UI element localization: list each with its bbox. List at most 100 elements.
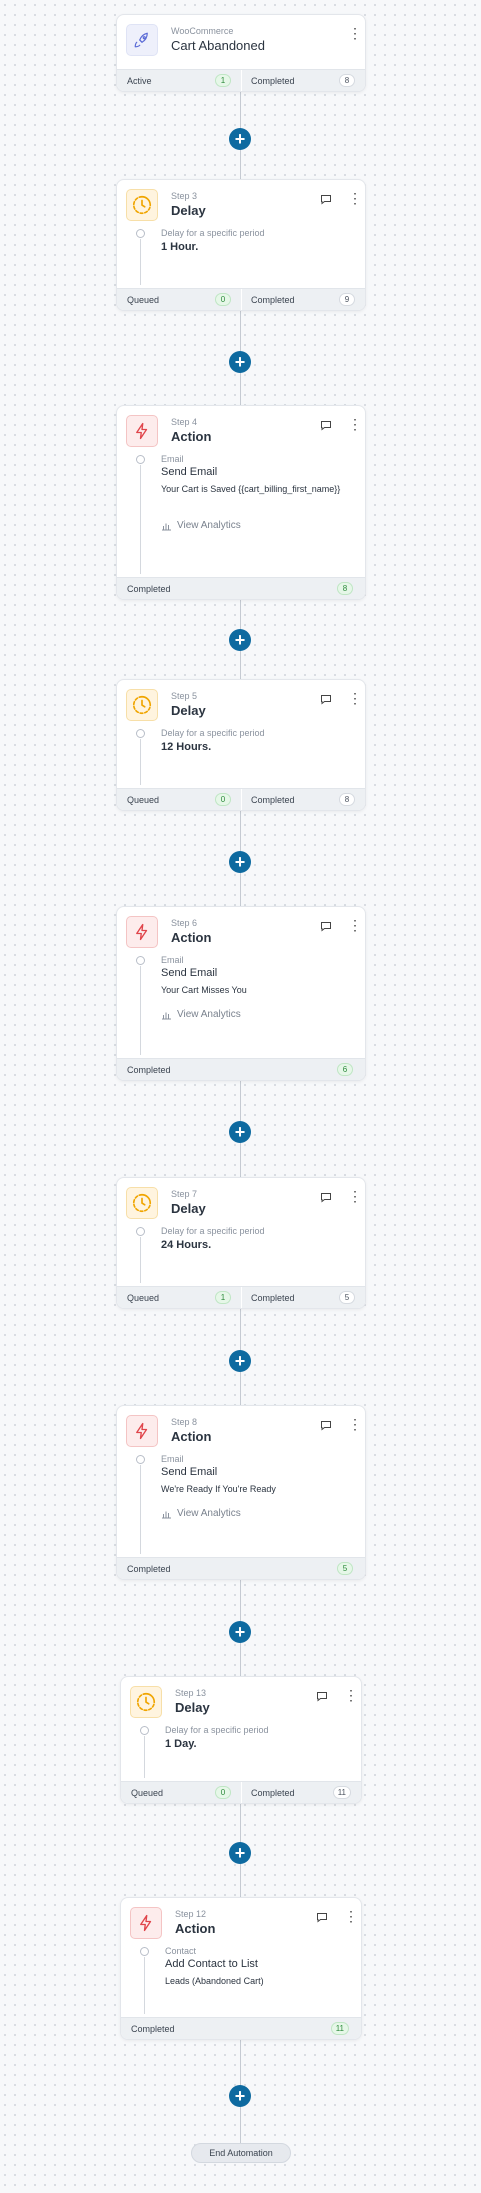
timeline-line [144, 1957, 145, 2014]
step-value: Send Email [161, 466, 218, 478]
delay-step-card[interactable]: Step 13 Delay ⋮ Delay for a specific period… [120, 1676, 362, 1804]
completed-count-badge[interactable]: 11 [330, 2022, 349, 2035]
lightning-icon [126, 916, 158, 948]
step-type-label: Delay for a specific period [161, 728, 265, 738]
completed-label: Completed [127, 1065, 171, 1075]
add-step-button[interactable]: + [229, 1842, 251, 1864]
queued-count-badge[interactable]: 0 [215, 1786, 231, 1799]
add-step-button[interactable]: + [229, 1121, 251, 1143]
completed-count-badge[interactable]: 8 [339, 74, 355, 87]
trigger-source-label: WooCommerce [171, 26, 234, 36]
step-number-label: Step 6 [171, 918, 198, 928]
comment-icon[interactable] [320, 192, 332, 210]
timeline-dot [136, 229, 145, 238]
step-title: Action [171, 930, 212, 945]
step-stats-bar: Queued 0 Completed 11 [121, 1781, 361, 1803]
completed-count-badge[interactable]: 5 [339, 1291, 355, 1304]
add-step-button[interactable]: + [229, 1350, 251, 1372]
add-step-button[interactable]: + [229, 1621, 251, 1643]
comment-icon[interactable] [320, 1190, 332, 1208]
step-value: Send Email [161, 967, 218, 979]
trigger-stats-bar: Active 1 Completed 8 [117, 69, 365, 91]
action-step-card[interactable]: Step 4 Action ⋮ Email Send Email Your Cart is… [116, 405, 366, 600]
step-stats-bar: Queued 0 Completed 9 [117, 288, 365, 310]
queued-label: Queued [131, 1788, 164, 1798]
timeline-line [144, 1736, 145, 1778]
add-step-button[interactable]: + [229, 851, 251, 873]
comment-icon[interactable] [316, 1689, 328, 1707]
delay-step-card[interactable]: Step 7 Delay ⋮ Delay for a specific period 2… [116, 1177, 366, 1309]
action-step-card[interactable]: Step 12 Action ⋮ Contact Add Contact to List… [120, 1897, 362, 2040]
more-options-icon[interactable]: ⋮ [348, 26, 362, 40]
view-analytics-label: View Analytics [177, 520, 241, 531]
step-number-label: Step 12 [175, 1909, 207, 1919]
completed-count-badge[interactable]: 6 [337, 1063, 353, 1076]
completed-label: Completed [251, 795, 295, 805]
comment-icon[interactable] [320, 692, 332, 710]
step-title: Delay [171, 1201, 206, 1216]
delay-step-card[interactable]: Step 3 Delay ⋮ Delay for a specific period 1… [116, 179, 366, 311]
completed-count-badge[interactable]: 8 [339, 793, 355, 806]
delay-step-card[interactable]: Step 5 Delay ⋮ Delay for a specific period 1… [116, 679, 366, 811]
add-step-button[interactable]: + [229, 128, 251, 150]
step-type-label: Delay for a specific period [165, 1725, 269, 1735]
timeline-dot [136, 455, 145, 464]
step-description: Your Cart is Saved {{cart_billing_first_… [161, 484, 341, 494]
view-analytics-link[interactable]: View Analytics [161, 520, 241, 531]
timeline-dot [136, 1455, 145, 1464]
add-step-button[interactable]: + [229, 351, 251, 373]
more-options-icon[interactable]: ⋮ [348, 1417, 362, 1431]
end-automation-button[interactable]: End Automation [191, 2143, 291, 2163]
comment-icon[interactable] [320, 418, 332, 436]
queued-label: Queued [127, 1293, 160, 1303]
queued-count-badge[interactable]: 1 [215, 1291, 231, 1304]
active-count-badge[interactable]: 1 [215, 74, 231, 87]
completed-count-badge[interactable]: 9 [339, 293, 355, 306]
view-analytics-link[interactable]: View Analytics [161, 1009, 241, 1020]
timeline-line [140, 239, 141, 285]
step-title: Action [171, 429, 212, 444]
queued-count-badge[interactable]: 0 [215, 293, 231, 306]
completed-label: Completed [131, 2024, 175, 2034]
comment-icon[interactable] [320, 1418, 332, 1436]
clock-icon [130, 1686, 162, 1718]
step-value: 1 Day. [165, 1738, 197, 1750]
more-options-icon[interactable]: ⋮ [348, 691, 362, 705]
action-step-card[interactable]: Step 8 Action ⋮ Email Send Email We're Ready … [116, 1405, 366, 1580]
completed-label: Completed [251, 76, 295, 86]
completed-count-badge[interactable]: 8 [337, 582, 353, 595]
completed-label: Completed [251, 1293, 295, 1303]
more-options-icon[interactable]: ⋮ [348, 1189, 362, 1203]
step-number-label: Step 4 [171, 417, 198, 427]
action-step-card[interactable]: Step 6 Action ⋮ Email Send Email Your Cart Mi… [116, 906, 366, 1081]
step-type-label: Email [161, 955, 184, 965]
timeline-dot [140, 1726, 149, 1735]
more-options-icon[interactable]: ⋮ [348, 191, 362, 205]
more-options-icon[interactable]: ⋮ [344, 1909, 358, 1923]
step-type-label: Email [161, 1454, 184, 1464]
add-step-button[interactable]: + [229, 2085, 251, 2107]
completed-count-badge[interactable]: 11 [332, 1786, 351, 1799]
completed-label: Completed [127, 584, 171, 594]
lightning-icon [130, 1907, 162, 1939]
view-analytics-link[interactable]: View Analytics [161, 1508, 241, 1519]
more-options-icon[interactable]: ⋮ [344, 1688, 358, 1702]
queued-label: Queued [127, 295, 160, 305]
trigger-card[interactable]: WooCommerce Cart Abandoned ⋮ Active 1 Co… [116, 14, 366, 92]
step-value: 12 Hours. [161, 741, 212, 753]
more-options-icon[interactable]: ⋮ [348, 918, 362, 932]
timeline-line [140, 465, 141, 574]
step-stats-bar: Queued 1 Completed 5 [117, 1286, 365, 1308]
step-stats-bar: Completed 5 [117, 1557, 365, 1579]
completed-count-badge[interactable]: 5 [337, 1562, 353, 1575]
rocket-icon [126, 24, 158, 56]
add-step-button[interactable]: + [229, 629, 251, 651]
step-number-label: Step 13 [175, 1688, 207, 1698]
comment-icon[interactable] [316, 1910, 328, 1928]
comment-icon[interactable] [320, 919, 332, 937]
queued-count-badge[interactable]: 0 [215, 793, 231, 806]
more-options-icon[interactable]: ⋮ [348, 417, 362, 431]
step-stats-bar: Completed 6 [117, 1058, 365, 1080]
step-value: 24 Hours. [161, 1239, 212, 1251]
lightning-icon [126, 1415, 158, 1447]
